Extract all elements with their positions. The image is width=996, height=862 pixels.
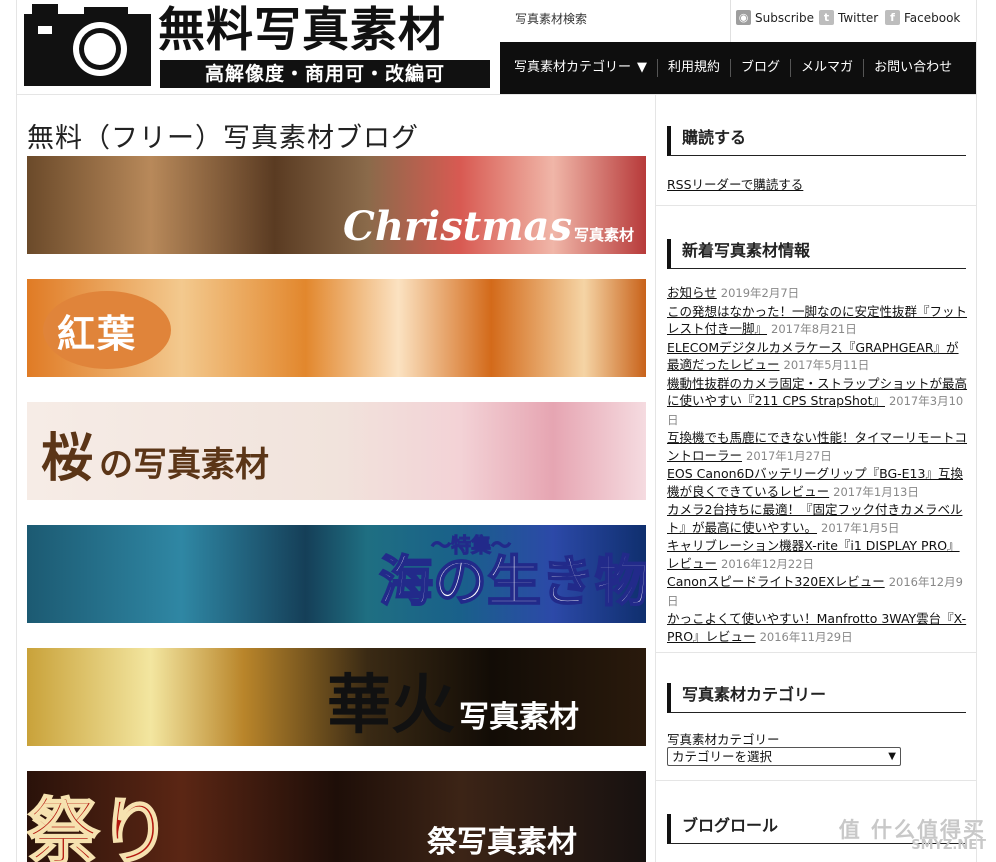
header-divider-line: [16, 94, 977, 95]
banner-sea-sub: ～特集～: [431, 533, 512, 558]
widget-title-news: 新着写真素材情報: [667, 239, 966, 269]
list-item: かっこよくて使いやすい！Manfrotto 3WAY雲台『X-PRO』レビュー 2…: [667, 610, 967, 646]
twitter-link[interactable]: t Twitter: [819, 10, 878, 25]
banner-festival[interactable]: 祭り 祭写真素材: [27, 771, 646, 862]
banner-fireworks-sub: 写真素材: [459, 700, 579, 735]
news-link[interactable]: Canonスピードライト320EXレビュー: [667, 574, 885, 589]
header-divider: [730, 0, 731, 42]
banner-festival-sub: 祭写真素材: [427, 825, 577, 860]
chevron-down-icon: ▼: [637, 60, 648, 75]
nav-item-blog[interactable]: ブログ: [731, 59, 792, 77]
facebook-label: Facebook: [904, 10, 961, 25]
banner-christmas-sub: 写真素材: [573, 226, 634, 244]
watermark-line1: 值 什么值得买: [838, 818, 986, 842]
rss-icon: ◉: [736, 10, 751, 25]
widget-title-subscribe: 購読する: [667, 126, 966, 156]
news-date: 2017年1月13日: [833, 484, 919, 499]
news-date: 2017年1月27日: [746, 448, 832, 463]
subscribe-label: Subscribe: [755, 10, 814, 25]
banner-fireworks-text: 華火: [327, 668, 455, 743]
banner-sea-label: ～特集～ 海の生き物: [378, 533, 646, 616]
banner-autumn-leaves[interactable]: 紅葉: [27, 279, 646, 377]
banner-sakura[interactable]: 桜の写真素材: [27, 402, 646, 500]
news-date: 2019年2月7日: [720, 286, 800, 300]
widget-title-category: 写真素材カテゴリー: [667, 683, 966, 713]
banner-sea-text: 海の生き物: [378, 549, 646, 614]
subscribe-link[interactable]: ◉ Subscribe: [736, 10, 814, 25]
rss-reader-link[interactable]: RSSリーダーで購読する: [667, 174, 803, 193]
main-nav: 写真素材カテゴリー ▼ 利用規約 ブログ メルマガ お問い合わせ: [500, 42, 976, 94]
chevron-down-icon: ▼: [888, 751, 896, 762]
list-item: 機動性抜群のカメラ固定・ストラップショットが最高に使いやすい『211 CPS S…: [667, 375, 967, 430]
list-item: ELECOMデジタルカメラケース『GRAPHGEAR』が最適だったレビュー 201…: [667, 339, 967, 375]
logo-subtitle: 高解像度・商用可・改編可: [160, 60, 490, 88]
list-item: カメラ2台持ちに最適！『固定フック付きカメラベルト』が最高に使いやすい。 2017…: [667, 501, 967, 537]
banner-fireworks[interactable]: 華火 写真素材: [27, 648, 646, 746]
banner-sea-creatures[interactable]: ～特集～ 海の生き物: [27, 525, 646, 623]
list-item: お知らせ 2019年2月7日: [667, 284, 967, 303]
nav-categories-label: 写真素材カテゴリー: [514, 60, 632, 75]
category-select[interactable]: カテゴリーを選択 ▼: [667, 747, 901, 766]
facebook-link[interactable]: f Facebook: [885, 10, 960, 25]
list-item: この発想はなかった！一脚なのに安定性抜群『フットレスト付き一脚』 2017年8月2…: [667, 303, 967, 339]
list-item: EOS Canon6Dバッテリーグリップ『BG-E13』互換機が良くできているレ…: [667, 465, 967, 501]
sidebar-separator: [656, 652, 976, 653]
nav-item-terms[interactable]: 利用規約: [658, 59, 732, 77]
sidebar-separator: [656, 780, 976, 781]
nav-item-contact[interactable]: お問い合わせ: [864, 59, 962, 77]
photo-search-link[interactable]: 写真素材検索: [515, 10, 587, 27]
list-item: Canonスピードライト320EXレビュー 2016年12月9日: [667, 573, 967, 610]
news-link[interactable]: お知らせ: [667, 285, 717, 300]
nav-item-mailmag[interactable]: メルマガ: [791, 59, 865, 77]
news-list: お知らせ 2019年2月7日 この発想はなかった！一脚なのに安定性抜群『フットレス…: [667, 284, 967, 646]
page-title: 無料（フリー）写真素材ブログ: [27, 123, 419, 154]
sidebar-divider: [655, 95, 656, 862]
watermark: 值 什么值得买 SMYZ.NET: [838, 818, 986, 854]
banner-fireworks-label: 華火 写真素材: [327, 654, 579, 746]
site-logo[interactable]: 無料写真素材 高解像度・商用可・改編可: [24, 4, 490, 90]
list-item: キャリブレーション機器X-rite『i1 DISPLAY PRO』レビュー 201…: [667, 537, 967, 573]
news-date: 2017年5月11日: [783, 358, 870, 372]
banner-sakura-text: 桜: [41, 428, 94, 489]
banner-festival-label: 祭り: [27, 788, 172, 862]
nav-item-categories[interactable]: 写真素材カテゴリー ▼: [504, 59, 659, 77]
news-date: 2017年1月5日: [821, 520, 900, 535]
banner-sakura-sub: の写真素材: [99, 445, 270, 485]
banner-autumn-label: 紅葉: [57, 312, 138, 356]
news-date: 2016年11月29日: [759, 629, 853, 644]
news-link[interactable]: カメラ2台持ちに最適！『固定フック付きカメラベルト』が最高に使いやすい。: [667, 502, 962, 535]
banner-christmas-text: Christmas: [343, 203, 572, 250]
news-date: 2016年12月22日: [721, 556, 815, 571]
sidebar-separator: [656, 205, 976, 206]
category-label: 写真素材カテゴリー: [667, 732, 780, 747]
news-date: 2017年8月21日: [771, 322, 857, 336]
twitter-icon: t: [819, 10, 834, 25]
banner-christmas-label: Christmas 写真素材: [343, 203, 634, 250]
banner-christmas[interactable]: Christmas 写真素材: [27, 156, 646, 254]
list-item: 互換機でも馬鹿にできない性能！タイマーリモートコントローラー 2017年1月27日: [667, 429, 967, 465]
category-select-value: カテゴリーを選択: [672, 749, 773, 764]
camera-icon: [24, 4, 151, 86]
banner-sakura-label: 桜の写真素材: [41, 416, 269, 491]
facebook-icon: f: [885, 10, 900, 25]
logo-title: 無料写真素材: [158, 3, 446, 58]
twitter-label: Twitter: [838, 10, 879, 25]
